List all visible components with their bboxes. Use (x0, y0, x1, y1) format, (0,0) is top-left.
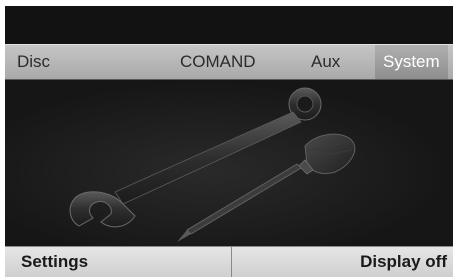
system-screen: Disc COMAND Aux System Settings Display … (5, 6, 453, 277)
tab-system[interactable]: System (375, 45, 448, 79)
tab-aux[interactable]: Aux (311, 45, 340, 79)
wrench-icon (69, 87, 322, 228)
tab-disc[interactable]: Disc (17, 45, 50, 79)
main-function-bar: Disc COMAND Aux System (5, 44, 453, 80)
display-off-button[interactable]: Display off (360, 247, 447, 277)
status-area (5, 6, 453, 44)
settings-button[interactable]: Settings (21, 247, 88, 277)
softkey-bar: Settings Display off (5, 246, 453, 277)
screwdriver-icon (177, 133, 356, 242)
softkey-divider (231, 247, 232, 277)
tab-comand[interactable]: COMAND (180, 45, 256, 79)
wrench-screwdriver-icon (69, 87, 356, 242)
system-content-area (5, 80, 453, 246)
